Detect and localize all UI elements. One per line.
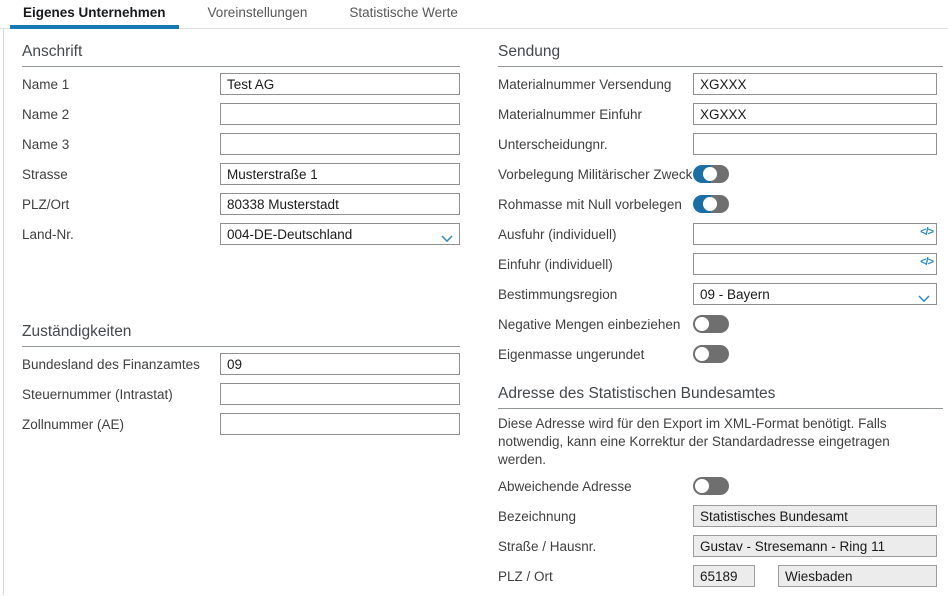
matnr-einfuhr-input[interactable] <box>693 103 937 125</box>
zollnummer-label: Zollnummer (AE) <box>22 417 220 432</box>
toggle-knob <box>703 197 717 211</box>
field-row-abweichende-adresse: Abweichende Adresse <box>498 475 943 497</box>
name1-label: Name 1 <box>22 77 220 92</box>
strasse-hausnr-input <box>693 535 937 557</box>
plz-input <box>693 565 755 587</box>
plzort-input[interactable] <box>220 193 460 215</box>
field-row-name2: Name 2 <box>22 103 460 125</box>
adresse-description: Diese Adresse wird für den Export im XML… <box>498 415 928 469</box>
toggle-knob <box>695 479 709 493</box>
bezeichnung-label: Bezeichnung <box>498 509 693 524</box>
section-title-anschrift: Anschrift <box>22 43 460 67</box>
field-row-plz-ort: PLZ / Ort <box>498 565 943 587</box>
strasse-label: Strasse <box>22 167 220 182</box>
name2-label: Name 2 <box>22 107 220 122</box>
unterscheidungnr-label: Unterscheidungnr. <box>498 137 693 152</box>
abweichende-adresse-label: Abweichende Adresse <box>498 479 693 494</box>
field-row-ausfuhr: Ausfuhr (individuell) </> <box>498 223 943 245</box>
field-row-bezeichnung: Bezeichnung <box>498 505 943 527</box>
toggle-knob <box>695 317 709 331</box>
eigenmasse-label: Eigenmasse ungerundet <box>498 347 693 362</box>
section-title-adresse: Adresse des Statistischen Bundesamtes <box>498 385 943 409</box>
name2-input[interactable] <box>220 103 460 125</box>
section-zustaendigkeiten: Zuständigkeiten Bundesland des Finanzamt… <box>22 323 460 435</box>
negative-mengen-toggle[interactable] <box>693 315 729 333</box>
abweichende-adresse-toggle[interactable] <box>693 477 729 495</box>
section-adresse-bundesamt: Adresse des Statistischen Bundesamtes Di… <box>498 385 943 587</box>
toggle-knob <box>695 347 709 361</box>
ausfuhr-label: Ausfuhr (individuell) <box>498 227 693 242</box>
steuernummer-input[interactable] <box>220 383 460 405</box>
field-row-steuernummer: Steuernummer (Intrastat) <box>22 383 460 405</box>
field-row-bundesland: Bundesland des Finanzamtes <box>22 353 460 375</box>
code-icon[interactable]: </> <box>920 226 933 238</box>
unterscheidungnr-input[interactable] <box>693 133 937 155</box>
bezeichnung-input <box>693 505 937 527</box>
bestimmungsregion-label: Bestimmungsregion <box>498 287 693 302</box>
field-row-eigenmasse: Eigenmasse ungerundet <box>498 343 943 365</box>
militaerischer-zweck-toggle[interactable] <box>693 165 729 183</box>
bestimmungsregion-select-value: 09 - Bayern <box>700 287 770 302</box>
field-row-zollnummer: Zollnummer (AE) <box>22 413 460 435</box>
section-anschrift: Anschrift Name 1 Name 2 Name 3 <box>22 43 460 245</box>
bundesland-label: Bundesland des Finanzamtes <box>22 357 220 372</box>
landnr-label: Land-Nr. <box>22 227 220 242</box>
landnr-select-value: 004-DE-Deutschland <box>227 227 352 242</box>
einfuhr-input[interactable] <box>693 253 937 275</box>
field-row-strasse: Strasse <box>22 163 460 185</box>
field-row-negative-mengen: Negative Mengen einbeziehen <box>498 313 943 335</box>
section-sendung: Sendung Materialnummer Versendung Materi… <box>498 43 943 365</box>
name3-label: Name 3 <box>22 137 220 152</box>
field-row-rohmasse: Rohmasse mit Null vorbelegen <box>498 193 943 215</box>
field-row-unterscheidungnr: Unterscheidungnr. <box>498 133 943 155</box>
militaerischer-zweck-label: Vorbelegung Militärischer Zweck <box>498 167 693 182</box>
field-row-name3: Name 3 <box>22 133 460 155</box>
tab-bar: Eigenes Unternehmen Voreinstellungen Sta… <box>0 0 948 29</box>
field-row-militaerischer-zweck: Vorbelegung Militärischer Zweck <box>498 163 943 185</box>
field-row-einfuhr: Einfuhr (individuell) </> <box>498 253 943 275</box>
einfuhr-label: Einfuhr (individuell) <box>498 257 693 272</box>
negative-mengen-label: Negative Mengen einbeziehen <box>498 317 693 332</box>
code-icon[interactable]: </> <box>920 256 933 268</box>
rohmasse-label: Rohmasse mit Null vorbelegen <box>498 197 693 212</box>
matnr-versendung-input[interactable] <box>693 73 937 95</box>
chevron-down-icon <box>918 291 930 306</box>
tab-voreinstellungen[interactable]: Voreinstellungen <box>195 0 321 28</box>
zollnummer-input[interactable] <box>220 413 460 435</box>
chevron-down-icon <box>441 231 453 246</box>
field-row-strasse-hausnr: Straße / Hausnr. <box>498 535 943 557</box>
matnr-einfuhr-label: Materialnummer Einfuhr <box>498 107 693 122</box>
section-title-zustaendigkeiten: Zuständigkeiten <box>22 323 460 347</box>
steuernummer-label: Steuernummer (Intrastat) <box>22 387 220 402</box>
field-row-bestimmungsregion: Bestimmungsregion 09 - Bayern <box>498 283 943 305</box>
settings-panel: Anschrift Name 1 Name 2 Name 3 <box>3 29 948 595</box>
section-title-sendung: Sendung <box>498 43 943 67</box>
matnr-versendung-label: Materialnummer Versendung <box>498 77 693 92</box>
plzort-label: PLZ/Ort <box>22 197 220 212</box>
rohmasse-toggle[interactable] <box>693 195 729 213</box>
bestimmungsregion-select[interactable]: 09 - Bayern <box>693 283 937 305</box>
plz-ort-label: PLZ / Ort <box>498 569 693 584</box>
toggle-knob <box>703 167 717 181</box>
field-row-name1: Name 1 <box>22 73 460 95</box>
field-row-matnr-versendung: Materialnummer Versendung <box>498 73 943 95</box>
field-row-landnr: Land-Nr. 004-DE-Deutschland <box>22 223 460 245</box>
field-row-plzort: PLZ/Ort <box>22 193 460 215</box>
strasse-hausnr-label: Straße / Hausnr. <box>498 539 693 554</box>
landnr-select[interactable]: 004-DE-Deutschland <box>220 223 460 245</box>
tab-eigenes-unternehmen[interactable]: Eigenes Unternehmen <box>10 0 179 28</box>
strasse-input[interactable] <box>220 163 460 185</box>
name3-input[interactable] <box>220 133 460 155</box>
tab-statistische-werte[interactable]: Statistische Werte <box>336 0 471 28</box>
ausfuhr-input[interactable] <box>693 223 937 245</box>
name1-input[interactable] <box>220 73 460 95</box>
eigenmasse-toggle[interactable] <box>693 345 729 363</box>
ort-input <box>778 565 937 587</box>
field-row-matnr-einfuhr: Materialnummer Einfuhr <box>498 103 943 125</box>
bundesland-input[interactable] <box>220 353 460 375</box>
